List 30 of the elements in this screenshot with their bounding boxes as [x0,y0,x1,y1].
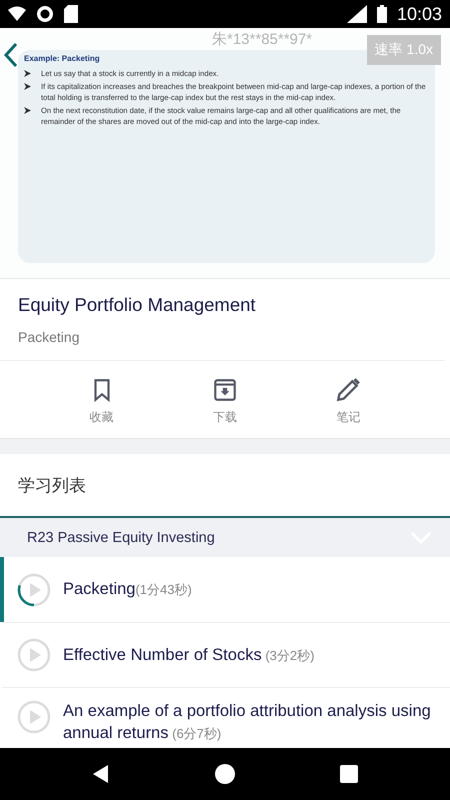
slide-title: Example: Packeting [24,54,100,63]
battery-icon [376,5,387,23]
back-icon[interactable] [3,42,19,68]
section-heading: 学习列表 [17,475,87,497]
lesson-title: An example of a portfolio attribution analysis using annual returns (6分7秒) [63,701,432,744]
play-progress-icon [17,638,51,672]
play-progress-icon [17,700,51,734]
clock: 10:03 [396,4,442,24]
back-nav-icon[interactable] [92,764,110,784]
record-icon [36,5,54,23]
pencil-icon [335,377,362,403]
signal-icon [344,5,367,23]
action-button[interactable]: 收藏 [88,377,115,426]
lesson-title: Effective Number of Stocks (3分2秒) [63,644,314,666]
course-title: Equity Portfolio Management [17,293,257,316]
sd-card-icon [64,5,78,23]
chapter-header[interactable]: R23 Passive Equity Investing [0,516,450,557]
download-icon [212,377,238,403]
watermark: 朱*13**85**97* [212,30,312,49]
lesson-item[interactable]: Effective Number of Stocks (3分2秒) [0,622,450,687]
home-nav-icon[interactable] [214,764,235,784]
action-button[interactable]: 笔记 [335,377,362,426]
action-button[interactable]: 下载 [212,377,238,426]
lesson-item[interactable]: Packeting(1分43秒) [0,557,450,622]
play-progress-icon [17,572,51,606]
bullet-arrow-icon [24,107,31,114]
recents-nav-icon[interactable] [340,765,358,783]
wifi-icon [8,6,26,22]
course-subtitle: Packeting [0,316,445,361]
lesson-title: Packeting(1分43秒) [63,579,192,600]
